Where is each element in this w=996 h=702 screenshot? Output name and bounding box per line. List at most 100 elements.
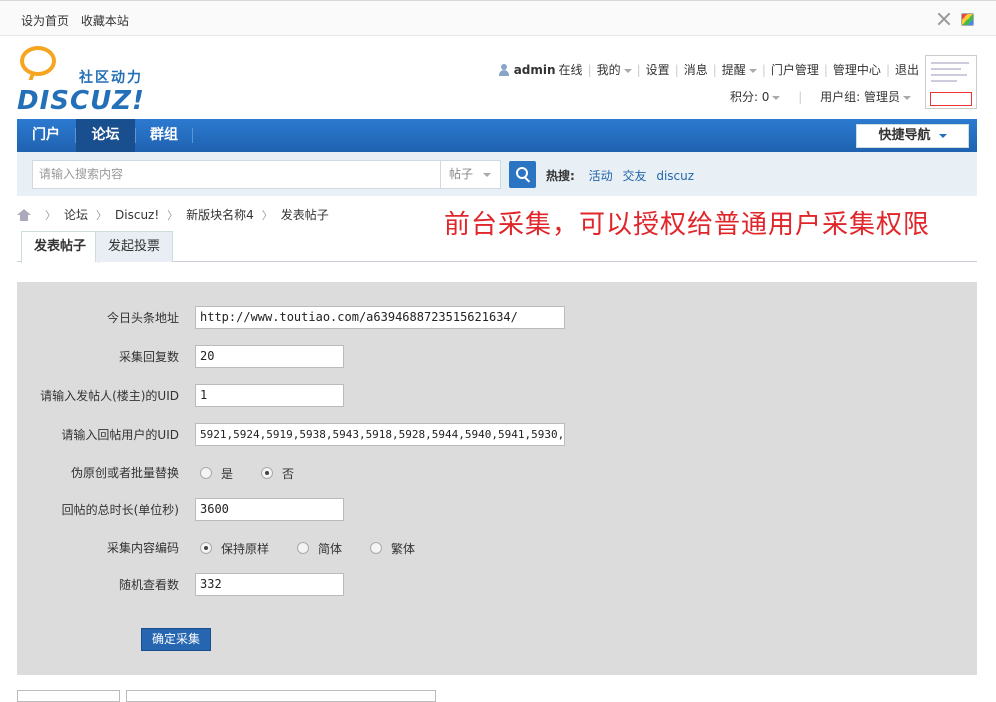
views-input[interactable]: 332: [195, 573, 344, 596]
encoding-traditional-label: 繁体: [391, 541, 416, 556]
encoding-keep-radio[interactable]: 保持原样: [200, 540, 269, 557]
pseudo-radio-group: 是 否: [200, 461, 322, 485]
pseudo-yes-label: 是: [221, 466, 234, 481]
encoding-traditional-radio[interactable]: 繁体: [370, 540, 415, 557]
chevron-down-icon: [483, 173, 491, 177]
hot-search-label: 热搜:: [546, 169, 575, 183]
search-input[interactable]: 请输入搜索内容: [32, 160, 442, 189]
bottom-partial-controls: [17, 690, 977, 702]
search-bar: 请输入搜索内容 帖子 热搜: 活动 交友 discuz: [17, 152, 977, 196]
avatar[interactable]: [925, 55, 977, 109]
chevron-down-icon: [623, 68, 632, 73]
logo-wordmark: DISCUZ!: [17, 86, 145, 116]
nav-divider: [192, 128, 193, 143]
submit-collect-button[interactable]: 确定采集: [141, 628, 211, 651]
form-row-author-uid: 请输入发帖人(楼主)的UID 1: [17, 384, 977, 408]
pseudo-yes-radio[interactable]: 是: [200, 465, 233, 482]
tab-new-post[interactable]: 发表帖子: [21, 231, 100, 263]
post-tabs: 发表帖子 发起投票: [17, 230, 977, 263]
search-type-select[interactable]: 帖子: [440, 160, 501, 189]
separator: |: [885, 62, 890, 77]
utility-links: 设为首页 收藏本站: [21, 12, 137, 29]
hot-search-link[interactable]: discuz: [656, 169, 694, 183]
theme-color-icon[interactable]: [961, 12, 974, 26]
separator: |: [798, 90, 803, 104]
radio-dot: [297, 542, 310, 554]
breadcrumb-item[interactable]: 论坛: [64, 206, 88, 223]
chevron-down-icon: [748, 68, 757, 73]
bookmark-link[interactable]: 收藏本站: [81, 14, 129, 28]
expand-icon[interactable]: [937, 12, 951, 26]
chevron-down-icon: [938, 133, 947, 138]
pseudo-no-radio[interactable]: 否: [261, 465, 294, 482]
radio-dot-selected: [261, 467, 274, 479]
radio-dot: [370, 542, 383, 554]
reply-uid-label: 请输入回帖用户的UID: [61, 428, 179, 442]
home-icon[interactable]: [17, 208, 31, 221]
duration-input[interactable]: 3600: [195, 498, 344, 521]
encoding-simplified-label: 简体: [318, 541, 343, 556]
pseudo-label: 伪原创或者批量替换: [70, 466, 179, 480]
points-menu[interactable]: 积分: 0: [730, 90, 781, 104]
logout-link[interactable]: 退出: [895, 61, 919, 78]
quick-nav-button[interactable]: 快捷导航: [856, 124, 969, 148]
radio-dot-selected: [200, 542, 212, 554]
reminders-menu[interactable]: 提醒: [722, 61, 757, 78]
breadcrumb-item[interactable]: Discuz!: [115, 208, 159, 222]
avatar-line: [931, 62, 969, 64]
views-label: 随机查看数: [118, 578, 179, 592]
nav-item-forum[interactable]: 论坛: [76, 119, 135, 152]
separator: |: [761, 62, 766, 77]
site-logo[interactable]: 社区动力 DISCUZ!: [17, 46, 157, 116]
breadcrumb-item[interactable]: 新版块名称4: [186, 206, 254, 223]
duration-label: 回帖的总时长(单位秒): [61, 503, 179, 517]
breadcrumb-arrow: 〉: [261, 208, 273, 222]
username-link[interactable]: admin: [514, 63, 556, 77]
portal-manage-link[interactable]: 门户管理: [771, 61, 819, 78]
avatar-highlight: [930, 92, 972, 106]
points-label: 积分: 0: [729, 90, 770, 104]
messages-link[interactable]: 消息: [684, 61, 708, 78]
url-input[interactable]: http://www.toutiao.com/a6394688723515621…: [195, 306, 565, 329]
usergroup-menu[interactable]: 用户组: 管理员: [820, 90, 911, 104]
form-row-duration: 回帖的总时长(单位秒) 3600: [17, 498, 977, 522]
user-menu-bar: admin 在线 | 我的 | 设置 | 消息 | 提醒 | 门户管理 | 管理…: [498, 61, 919, 78]
breadcrumb: 〉 论坛 〉 Discuz! 〉 新版块名称4 〉 发表帖子: [17, 206, 329, 223]
chevron-down-icon: [903, 95, 911, 100]
form-row-views: 随机查看数 332: [17, 573, 977, 597]
separator: |: [674, 62, 679, 77]
breadcrumb-arrow: 〉: [167, 208, 179, 222]
reply-uid-input[interactable]: 5921,5924,5919,5938,5943,5918,5928,5944,…: [195, 423, 565, 446]
separator: |: [712, 62, 717, 77]
utility-icons: [937, 12, 974, 26]
separator: |: [636, 62, 641, 77]
settings-link[interactable]: 设置: [646, 61, 670, 78]
my-menu[interactable]: 我的: [597, 61, 632, 78]
user-icon: [498, 63, 510, 76]
logo-bubble-icon: [20, 46, 56, 76]
logo-tagline: 社区动力: [79, 70, 143, 86]
breadcrumb-arrow: 〉: [96, 208, 108, 222]
set-home-link[interactable]: 设为首页: [21, 14, 69, 28]
hot-search: 热搜: 活动 交友 discuz: [546, 167, 694, 184]
reply-count-input[interactable]: 20: [195, 345, 344, 368]
nav-item-group[interactable]: 群组: [136, 119, 192, 152]
encoding-simplified-radio[interactable]: 简体: [297, 540, 342, 557]
chevron-down-icon: [772, 95, 781, 100]
hot-search-link[interactable]: 活动: [589, 169, 613, 183]
partial-input[interactable]: [126, 690, 436, 702]
encoding-label: 采集内容编码: [106, 541, 179, 555]
my-menu-label: 我的: [596, 63, 621, 77]
nav-item-portal[interactable]: 门户: [17, 119, 75, 152]
tab-new-poll[interactable]: 发起投票: [95, 231, 174, 262]
form-row-url: 今日头条地址 http://www.toutiao.com/a639468872…: [17, 306, 977, 330]
author-uid-input[interactable]: 1: [195, 384, 344, 407]
reply-count-label: 采集回复数: [118, 350, 179, 364]
hot-search-link[interactable]: 交友: [622, 169, 646, 183]
online-status: 在线: [558, 63, 583, 77]
search-button[interactable]: [509, 161, 536, 188]
partial-select[interactable]: [17, 690, 120, 702]
encoding-radio-group: 保持原样 简体 繁体: [200, 536, 443, 560]
admin-center-link[interactable]: 管理中心: [833, 61, 881, 78]
url-label: 今日头条地址: [106, 311, 179, 325]
